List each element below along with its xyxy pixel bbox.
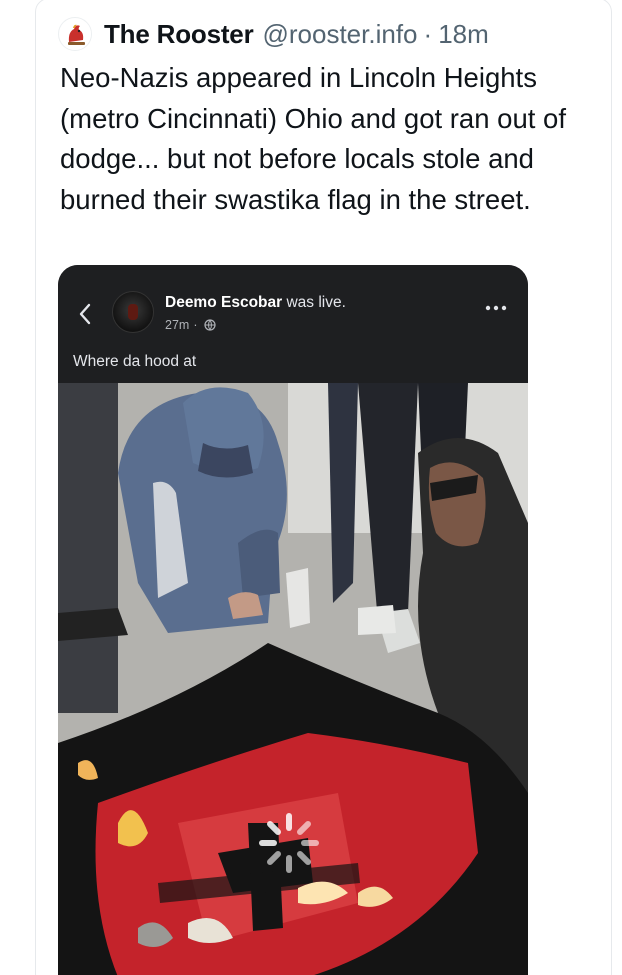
- facebook-post-time: 27m: [165, 318, 190, 332]
- chevron-left-icon[interactable]: [76, 301, 94, 327]
- video-frame[interactable]: [58, 383, 528, 975]
- globe-icon: [203, 319, 216, 331]
- facebook-live-status: was live.: [286, 294, 346, 311]
- rooster-logo-icon[interactable]: [58, 17, 92, 51]
- facebook-post-header: Deemo Escobar was live. 27m · Where da h…: [58, 265, 528, 383]
- video-scene: [58, 383, 528, 975]
- tweet-media[interactable]: Deemo Escobar was live. 27m · Where da h…: [58, 265, 528, 975]
- tweet-text: Neo-Nazis appeared in Lincoln Heights (m…: [60, 62, 566, 215]
- avatar[interactable]: [112, 291, 154, 333]
- meta-separator: ·: [193, 318, 198, 332]
- facebook-post-meta: 27m ·: [165, 318, 216, 332]
- separator-dot: ·: [423, 18, 433, 49]
- loading-spinner-icon: [259, 813, 319, 873]
- user-handle[interactable]: @rooster.info: [262, 19, 417, 50]
- facebook-post-caption: Where da hood at: [73, 353, 197, 370]
- display-name[interactable]: The Rooster: [104, 19, 254, 50]
- tweet-header: The Rooster @rooster.info · 18m: [58, 14, 489, 54]
- facebook-post-author-line: Deemo Escobar was live.: [165, 294, 346, 312]
- tweet-timestamp[interactable]: 18m: [438, 19, 489, 50]
- more-dots-icon[interactable]: [484, 303, 508, 313]
- facebook-author-name[interactable]: Deemo Escobar: [165, 294, 282, 311]
